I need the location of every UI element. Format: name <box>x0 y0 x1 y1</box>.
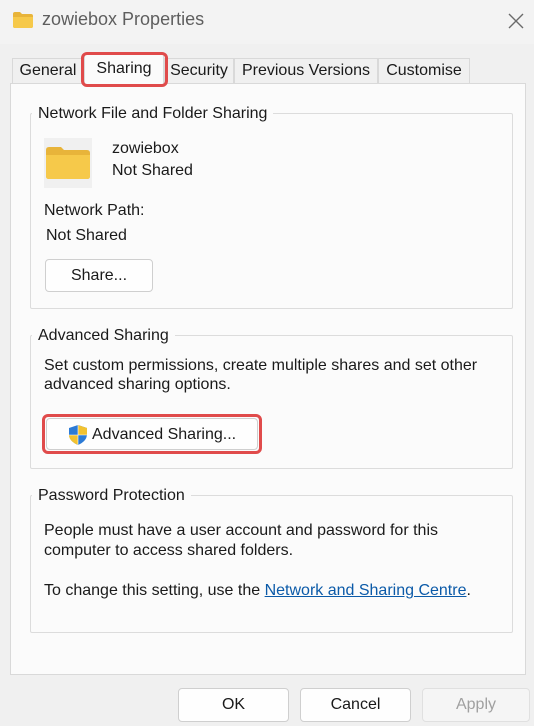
folder-large-icon <box>44 138 92 188</box>
sharing-tab-highlight <box>81 52 168 87</box>
ok-button[interactable]: OK <box>178 688 289 722</box>
tab-customise[interactable]: Customise <box>378 58 470 83</box>
password-protection-group <box>30 495 513 633</box>
network-path-label: Network Path: <box>44 202 145 219</box>
password-protection-title: Password Protection <box>32 486 191 506</box>
window-title: zowiebox Properties <box>42 9 205 29</box>
tab-previous-versions[interactable]: Previous Versions <box>234 58 378 83</box>
password-protection-line2: computer to access shared folders. <box>44 542 294 559</box>
advanced-sharing-description-line2: advanced sharing options. <box>44 376 231 393</box>
network-sharing-centre-link[interactable]: Network and Sharing Centre <box>265 582 467 599</box>
advanced-sharing-highlight <box>42 414 262 454</box>
tab-security[interactable]: Security <box>164 58 234 83</box>
folder-icon <box>12 11 34 29</box>
share-button[interactable]: Share... <box>45 259 153 292</box>
advanced-sharing-title: Advanced Sharing <box>32 326 175 346</box>
network-sharing-title: Network File and Folder Sharing <box>32 104 274 124</box>
tab-general[interactable]: General <box>12 58 84 83</box>
change-setting-prefix: To change this setting, use the <box>44 582 265 599</box>
title-bar: zowiebox Properties <box>0 0 534 44</box>
change-setting-text: To change this setting, use the Network … <box>44 581 471 601</box>
advanced-sharing-description-line1: Set custom permissions, create multiple … <box>44 357 478 374</box>
cancel-button[interactable]: Cancel <box>300 688 411 722</box>
close-icon[interactable] <box>504 9 528 33</box>
apply-button[interactable]: Apply <box>422 688 530 722</box>
network-path-value: Not Shared <box>46 227 127 244</box>
folder-name: zowiebox <box>112 140 179 157</box>
folder-share-status: Not Shared <box>112 162 193 179</box>
password-protection-line1: People must have a user account and pass… <box>44 522 438 539</box>
change-setting-suffix: . <box>466 582 471 599</box>
